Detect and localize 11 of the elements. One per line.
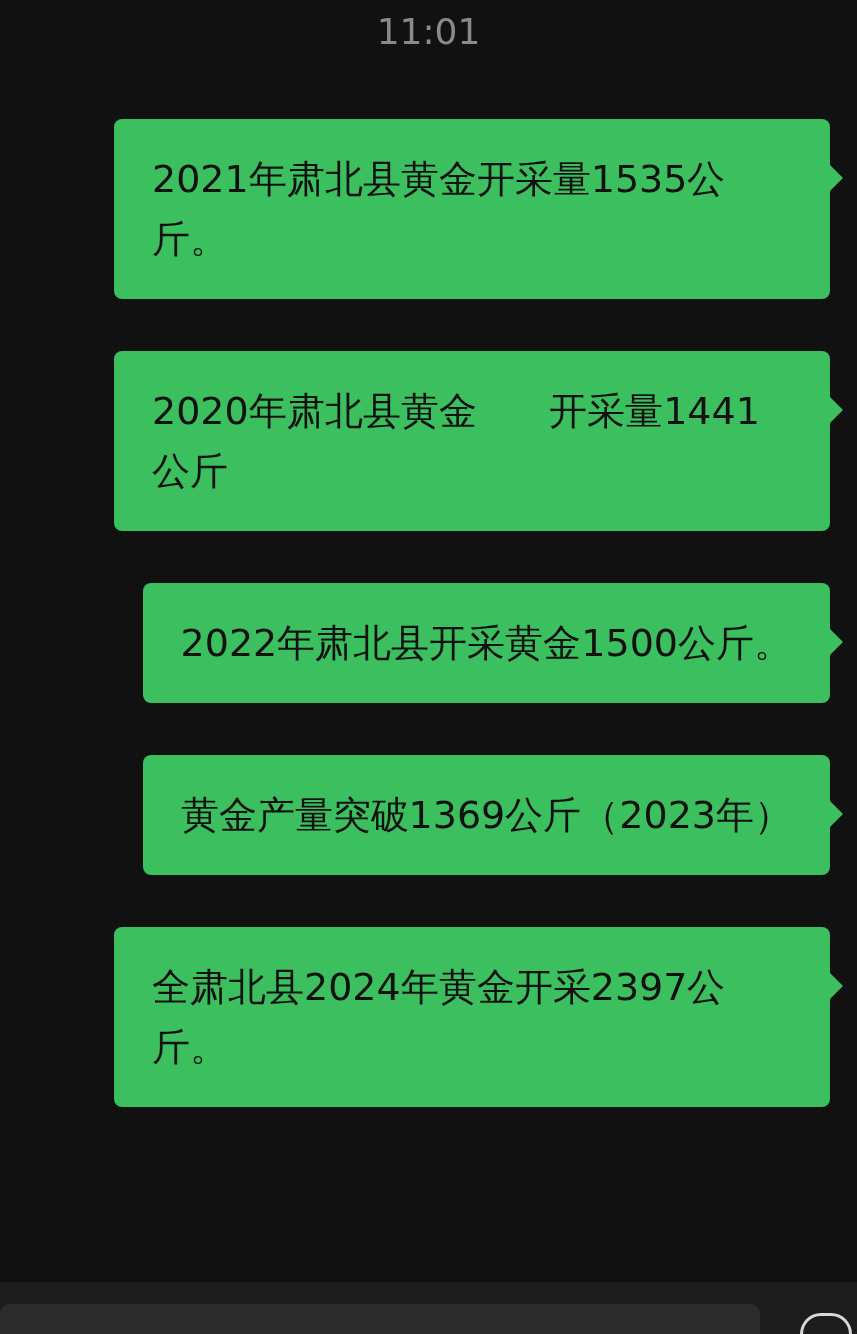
message-bubble: 2022年肃北县开采黄金1500公斤。 [142,583,830,703]
message-bubble: 2021年肃北县黄金开采量1535公斤。 [114,119,830,299]
message-bubble: 黄金产量突破1369公斤（2023年） [142,755,830,875]
bubble-tail [830,629,843,655]
message-bubble: 全肃北县2024年黄金开采2397公斤。 [114,927,830,1107]
bubble-tail [830,165,843,191]
bubble-tail [830,801,843,827]
message-bubble: 2020年肃北县黄金 开采量1441公斤 [114,351,830,531]
timestamp: 11:01 [376,10,481,54]
bubble-tail [830,973,843,999]
bubble-tail [830,397,843,423]
